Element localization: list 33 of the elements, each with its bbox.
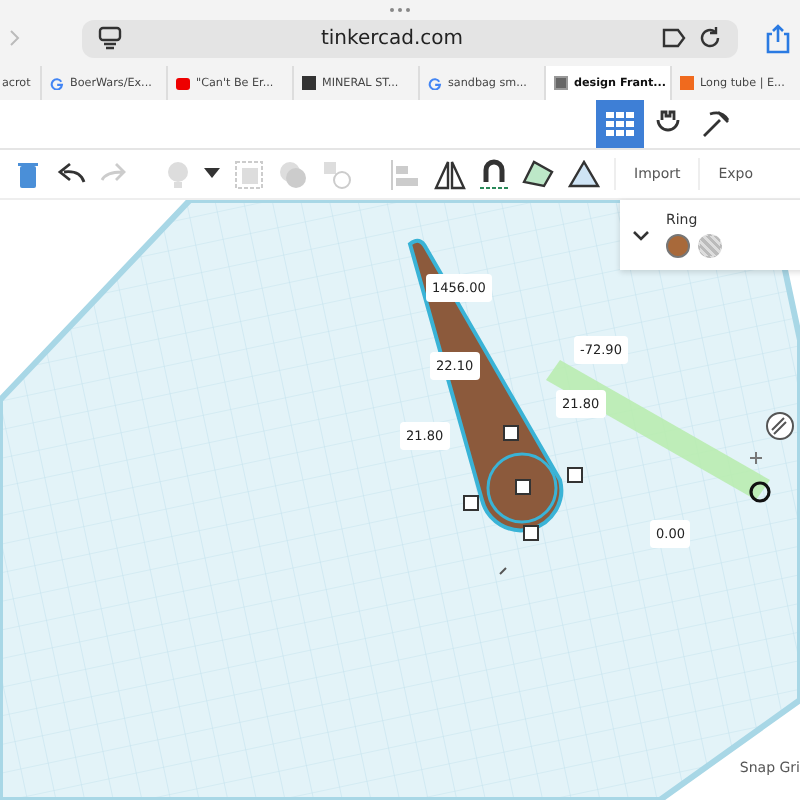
collapse-chevron-icon[interactable] <box>632 229 650 241</box>
page-menu-icon[interactable] <box>98 26 122 50</box>
reload-icon[interactable] <box>698 26 722 50</box>
google-icon <box>428 77 442 89</box>
magnet-icon[interactable] <box>480 158 508 190</box>
grid-view-button[interactable] <box>596 100 644 148</box>
resize-handle[interactable] <box>463 495 479 511</box>
resize-handle[interactable] <box>523 525 539 541</box>
video-icon <box>176 77 190 89</box>
share-icon[interactable] <box>766 23 790 53</box>
cursor-mark <box>499 567 507 575</box>
resize-handle[interactable] <box>503 425 519 441</box>
google-icon <box>50 77 64 89</box>
address-bar[interactable]: tinkercad.com <box>82 19 738 57</box>
resize-handle[interactable] <box>515 479 531 495</box>
resize-handle[interactable] <box>567 467 583 483</box>
ring-outline <box>486 452 558 524</box>
dropdown-caret-icon[interactable] <box>204 168 220 180</box>
workplane-icon[interactable] <box>522 160 554 188</box>
pickaxe-icon <box>700 108 732 140</box>
axis-endpoint-handle[interactable] <box>749 481 771 503</box>
url-text: tinkercad.com <box>318 27 466 49</box>
design-icon <box>554 76 568 90</box>
plus-icon[interactable] <box>749 451 763 465</box>
mirror-icon[interactable] <box>434 159 466 189</box>
ruler-icon[interactable] <box>568 160 600 188</box>
solid-button[interactable] <box>666 234 690 258</box>
undo-icon[interactable] <box>54 162 86 186</box>
bookmark-icon <box>680 76 694 90</box>
extension-icon[interactable] <box>662 26 688 50</box>
grid-icon <box>606 112 634 136</box>
delete-icon[interactable] <box>16 159 40 189</box>
document-icon <box>302 76 316 90</box>
